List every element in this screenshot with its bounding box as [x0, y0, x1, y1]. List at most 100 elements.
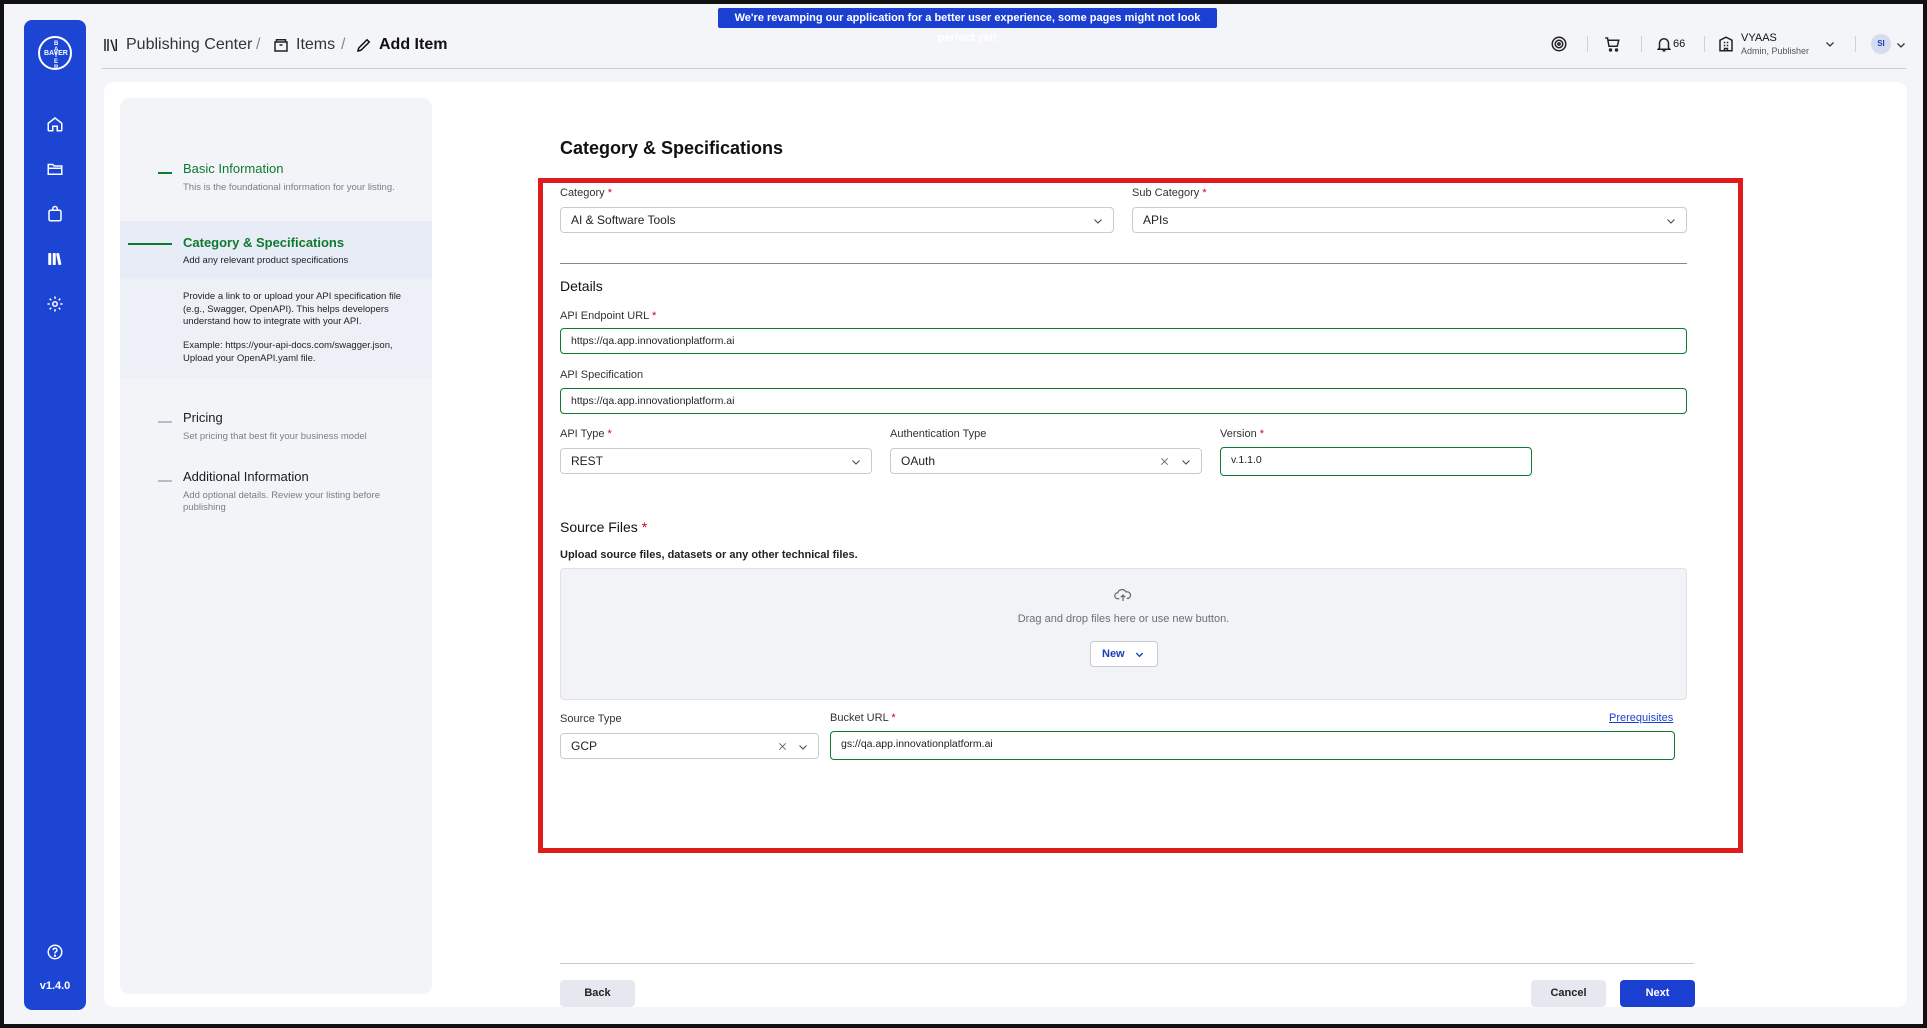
step-indicator	[158, 480, 172, 482]
user-name[interactable]: VYAAS	[1741, 32, 1777, 44]
help-icon[interactable]	[46, 943, 64, 961]
back-button[interactable]: Back	[560, 980, 635, 1007]
prerequisites-link[interactable]: Prerequisites	[1609, 712, 1673, 724]
chevron-down-icon	[852, 460, 860, 465]
breadcrumb-publishing-center[interactable]: Publishing Center	[102, 36, 252, 54]
section-divider	[560, 263, 1687, 264]
app-version: v1.4.0	[39, 980, 71, 992]
footer-divider	[560, 963, 1694, 964]
step-title: Basic Information	[183, 161, 284, 176]
stepper-panel: Basic Information This is the foundation…	[120, 98, 432, 994]
breadcrumb-label: Items	[296, 36, 336, 53]
api-type-select[interactable]: REST	[560, 448, 872, 474]
publishing-icon[interactable]	[46, 250, 64, 268]
step-subtitle: This is the foundational information for…	[183, 182, 395, 193]
step-category-specifications[interactable]: Category & Specifications Add any releva…	[120, 221, 432, 279]
step-indicator	[158, 421, 172, 423]
header-divider	[1704, 36, 1705, 52]
step-indicator	[158, 172, 172, 174]
file-dropzone[interactable]: Drag and drop files here or use new butt…	[560, 568, 1687, 700]
step-subtitle: Set pricing that best fit your business …	[183, 431, 367, 442]
clear-icon[interactable]	[1159, 456, 1170, 467]
step-title: Category & Specifications	[183, 235, 345, 250]
category-select[interactable]: AI & Software Tools	[560, 207, 1114, 233]
source-type-select[interactable]: GCP	[560, 733, 819, 759]
building-icon	[1717, 35, 1735, 53]
step-subtitle: Add any relevant product specifications	[183, 255, 349, 266]
api-type-value: REST	[571, 454, 604, 468]
new-button-label: New	[1102, 648, 1125, 660]
avatar[interactable]: SI	[1871, 34, 1891, 54]
announcement-banner: We're revamping our application for a be…	[718, 8, 1217, 44]
chevron-down-icon[interactable]	[1824, 37, 1836, 49]
api-specification-input[interactable]: https://qa.app.innovationplatform.ai	[560, 388, 1687, 414]
step-indicator	[128, 243, 172, 245]
header-divider	[102, 68, 1906, 69]
header-divider	[1587, 36, 1588, 52]
chevron-down-icon	[1135, 652, 1144, 658]
pencil-icon	[356, 38, 371, 53]
source-files-description: Upload source files, datasets or any oth…	[560, 549, 858, 561]
header-divider	[1641, 36, 1642, 52]
authentication-type-value: OAuth	[901, 454, 936, 468]
source-files-heading: Source Files *	[560, 519, 648, 535]
step-help-text: Provide a link to or upload your API spe…	[120, 279, 432, 379]
breadcrumb-add-item: Add Item	[355, 36, 447, 54]
breadcrumb-items[interactable]: Items	[272, 36, 335, 54]
step-title: Additional Information	[183, 469, 309, 484]
logo-horizontal-text: BAYER	[44, 50, 68, 57]
breadcrumb-label: Publishing Center	[126, 36, 253, 53]
dropzone-text: Drag and drop files here or use new butt…	[1017, 613, 1230, 625]
chevron-down-icon[interactable]	[1895, 38, 1907, 50]
source-type-label: Source Type	[560, 713, 622, 725]
user-role: Admin, Publisher	[1741, 46, 1810, 56]
breadcrumb-separator: /	[341, 36, 346, 53]
step-pricing[interactable]: Pricing Set pricing that best fit your b…	[120, 410, 432, 450]
gear-icon[interactable]	[46, 295, 64, 313]
api-endpoint-input[interactable]: https://qa.app.innovationplatform.ai	[560, 328, 1687, 354]
cancel-button[interactable]: Cancel	[1531, 980, 1606, 1007]
category-label: Category *	[560, 187, 612, 199]
authentication-type-select[interactable]: OAuth	[890, 448, 1202, 474]
breadcrumb-separator: /	[256, 36, 261, 53]
books-icon	[104, 39, 117, 52]
box-icon	[274, 39, 288, 52]
api-type-label: API Type *	[560, 428, 612, 440]
notification-count: 66	[1673, 38, 1686, 50]
section-title: Category & Specifications	[560, 138, 784, 158]
cart-icon[interactable]	[1603, 35, 1621, 53]
source-type-value: GCP	[571, 739, 598, 753]
folder-icon[interactable]	[46, 160, 64, 178]
bag-icon[interactable]	[46, 205, 64, 223]
bayer-logo[interactable]: BAYER BAYER	[38, 36, 72, 71]
chevron-down-icon	[1667, 219, 1675, 224]
next-button[interactable]: Next	[1620, 980, 1695, 1007]
sub-category-value: APIs	[1143, 213, 1169, 227]
header-divider	[1855, 36, 1856, 52]
target-icon[interactable]	[1550, 35, 1568, 53]
details-heading: Details	[560, 278, 603, 294]
api-specification-label: API Specification	[560, 369, 644, 381]
step-additional-information[interactable]: Additional Information Add optional deta…	[120, 469, 432, 513]
new-file-button[interactable]: New	[1090, 641, 1158, 667]
category-value: AI & Software Tools	[571, 213, 676, 227]
step-title: Pricing	[183, 410, 223, 425]
home-icon[interactable]	[46, 115, 64, 133]
sub-category-select[interactable]: APIs	[1132, 207, 1687, 233]
bucket-url-label: Bucket URL *	[830, 712, 896, 724]
authentication-type-label: Authentication Type	[890, 428, 987, 440]
help-example: Example: https://your-api-docs.com/swagg…	[183, 340, 393, 364]
step-basic-information[interactable]: Basic Information This is the foundation…	[120, 161, 432, 201]
version-input[interactable]: v.1.1.0	[1220, 447, 1532, 476]
chevron-down-icon	[799, 745, 807, 750]
clear-icon[interactable]	[777, 741, 788, 752]
bucket-url-input[interactable]: gs://qa.app.innovationplatform.ai	[830, 731, 1675, 760]
help-paragraph: Provide a link to or upload your API spe…	[183, 291, 402, 327]
sub-category-label: Sub Category *	[1132, 187, 1207, 199]
api-endpoint-label: API Endpoint URL *	[560, 310, 657, 322]
sidebar: BAYER BAYER v1.4.0	[24, 20, 86, 1010]
chevron-down-icon	[1182, 460, 1190, 465]
breadcrumb-label: Add Item	[379, 36, 448, 53]
version-label: Version *	[1220, 428, 1265, 440]
bell-icon[interactable]	[1655, 35, 1673, 53]
